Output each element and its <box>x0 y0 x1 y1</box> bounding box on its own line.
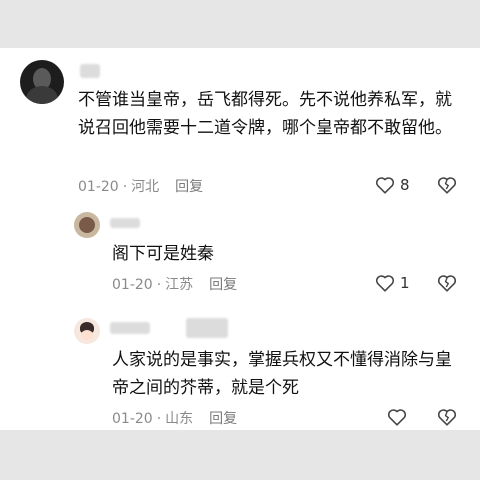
like-count: 1 <box>400 274 410 292</box>
reply-date: 01-20 <box>112 411 153 427</box>
reply-meta: 01-20 · 山东 回复 <box>112 408 237 428</box>
dislike-button[interactable] <box>436 406 458 432</box>
like-count: 8 <box>400 176 410 194</box>
reply-button[interactable]: 回复 <box>209 408 237 428</box>
heart-outline-icon <box>375 275 395 292</box>
comment-meta: 01-20 · 河北 回复 <box>78 176 203 196</box>
dislike-button[interactable] <box>436 174 458 200</box>
comment-date: 01-20 <box>78 179 119 195</box>
dislike-button[interactable] <box>436 272 458 298</box>
reply-date: 01-20 <box>112 277 153 293</box>
avatar[interactable] <box>20 60 64 104</box>
reply-meta: 01-20 · 江苏 回复 <box>112 274 237 294</box>
username-redacted <box>80 64 100 78</box>
reply-location: 山东 <box>165 411 194 427</box>
reply-button[interactable]: 回复 <box>209 274 237 294</box>
like-button[interactable]: 1 <box>374 272 410 294</box>
like-button[interactable] <box>386 406 408 428</box>
username-redacted <box>110 218 140 228</box>
comment-location: 河北 <box>131 179 160 195</box>
comment-text: 不管谁当皇帝，岳飞都得死。先不说他养私军，就说召回他需要十二道令牌，哪个皇帝都不… <box>78 90 452 138</box>
heart-outline-icon <box>375 177 395 194</box>
reply-button[interactable]: 回复 <box>175 176 203 196</box>
comment-thread: 不管谁当皇帝，岳飞都得死。先不说他养私军，就说召回他需要十二道令牌，哪个皇帝都不… <box>0 48 480 430</box>
broken-heart-icon <box>437 275 457 292</box>
reply-text: 人家说的是事实，掌握兵权又不懂得消除与皇帝之间的芥蒂，就是个死 <box>112 350 452 398</box>
reply-avatar[interactable] <box>74 318 100 344</box>
broken-heart-icon <box>437 409 457 426</box>
heart-outline-icon <box>387 409 407 426</box>
badge-redacted <box>186 318 228 338</box>
username-redacted <box>110 322 150 334</box>
reply-text: 阁下可是姓秦 <box>112 244 214 264</box>
broken-heart-icon <box>437 177 457 194</box>
reply-location: 江苏 <box>165 277 194 293</box>
like-button[interactable]: 8 <box>374 174 410 196</box>
reply-avatar[interactable] <box>74 212 100 238</box>
